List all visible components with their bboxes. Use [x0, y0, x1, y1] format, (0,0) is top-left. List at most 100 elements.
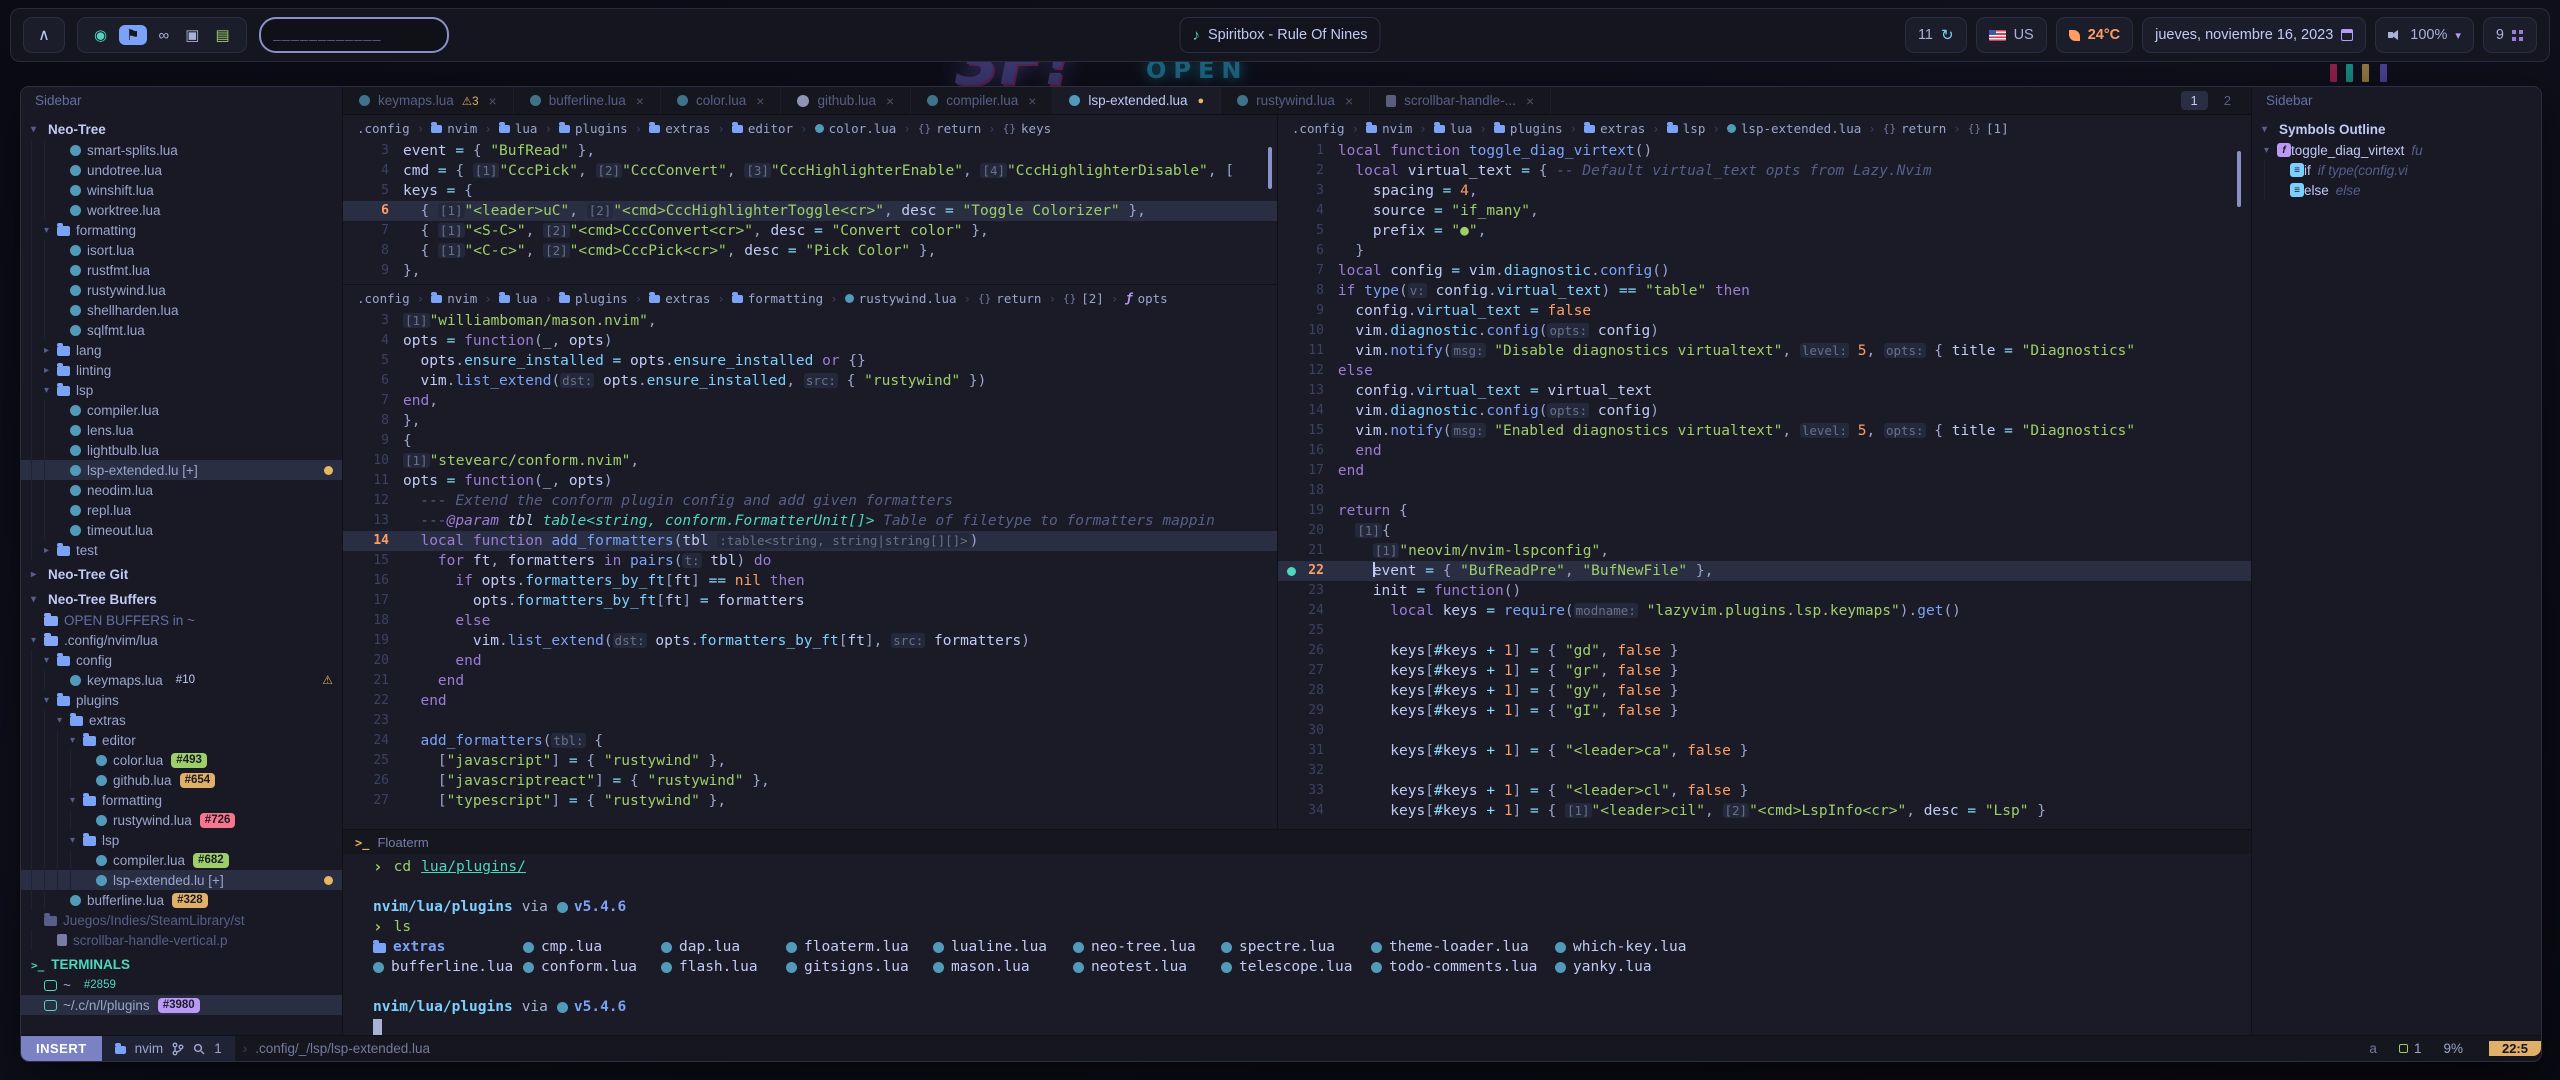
breadcrumb-item[interactable]: {}[1] [1968, 121, 2009, 136]
buffer-item[interactable]: scrollbar-handle-vertical.p [21, 930, 342, 950]
code-line[interactable]: 29 keys[#keys + 1] = { "gI", false } [1278, 701, 2251, 721]
buffer-item[interactable]: ▾extras [21, 710, 342, 730]
scrollbar-handle[interactable] [1268, 147, 1272, 189]
buffer-item[interactable]: compiler.lua#682 [21, 850, 342, 870]
code-line[interactable]: 32 [1278, 761, 2251, 781]
code-line[interactable]: 7 { [1]"<S-C>", [2]"<cmd>CccConvert<cr>"… [343, 221, 1277, 241]
code-line[interactable]: 21 end [343, 671, 1277, 691]
topbar-input[interactable]: ____________ [259, 17, 449, 53]
breadcrumb-item[interactable]: {}return [918, 121, 981, 136]
code-line[interactable]: 25 [1278, 621, 2251, 641]
weather-widget[interactable]: 24°C [2056, 17, 2133, 53]
terminal-output[interactable]: cdlua/plugins/nvim/lua/pluginsviav5.4.6l… [343, 854, 2251, 1035]
breadcrumb-item[interactable]: {}return [1883, 121, 1946, 136]
code-line[interactable]: 4opts = function(_, opts) [343, 331, 1277, 351]
clock-widget[interactable]: jueves, noviembre 16, 2023 [2142, 17, 2366, 53]
code-line[interactable]: 7local config = vim.diagnostic.config() [1278, 261, 2251, 281]
tree-item[interactable]: smart-splits.lua [21, 140, 342, 160]
tree-item[interactable]: lsp-extended.lu [+] [21, 460, 342, 480]
section-neotree-buffers[interactable]: Neo-Tree Buffers [21, 588, 342, 610]
breadcrumb-item[interactable]: .config [357, 121, 410, 136]
breadcrumb-item[interactable]: plugins [559, 291, 628, 306]
code-line[interactable]: 11 vim.notify(msg: "Disable diagnostics … [1278, 341, 2251, 361]
breadcrumb-item[interactable]: {}keys [1003, 121, 1051, 136]
code-line[interactable]: 5 opts.ensure_installed = opts.ensure_in… [343, 351, 1277, 371]
file-icon[interactable]: ▤ [211, 25, 233, 45]
keyboard-layout-widget[interactable]: US [1976, 17, 2047, 53]
buffer-item[interactable]: ▾config [21, 650, 342, 670]
breadcrumb-item[interactable]: plugins [1494, 121, 1563, 136]
buffer-item[interactable]: Juegos/Indies/SteamLibrary/st [21, 910, 342, 930]
tab-color-lua[interactable]: color.lua× [661, 87, 781, 114]
code-line[interactable]: 19return { [1278, 501, 2251, 521]
editor-pane-lsp-extended-lua[interactable]: .config›nvim›lua›plugins›extras›lsp›lsp-… [1278, 115, 2251, 829]
breadcrumb-item[interactable]: lsp [1667, 121, 1706, 136]
breadcrumb-item[interactable]: rustywind.lua [845, 291, 957, 306]
symbol-else[interactable]: ≡elseelse [2252, 180, 2541, 200]
section-neotree[interactable]: Neo-Tree [21, 118, 342, 140]
breadcrumb-item[interactable]: .config [1292, 121, 1345, 136]
tree-item[interactable]: ▸linting [21, 360, 342, 380]
code-line[interactable]: 1local function toggle_diag_virtext() [1278, 141, 2251, 161]
tree-item[interactable]: worktree.lua [21, 200, 342, 220]
close-icon[interactable]: × [1028, 93, 1036, 109]
tree-item[interactable]: compiler.lua [21, 400, 342, 420]
code-line[interactable]: 33 keys[#keys + 1] = { "<leader>cl", fal… [1278, 781, 2251, 801]
breadcrumb-item[interactable]: nvim [431, 121, 477, 136]
code-line[interactable]: 10[1]"stevearc/conform.nvim", [343, 451, 1277, 471]
tree-item[interactable]: rustywind.lua [21, 280, 342, 300]
breadcrumb-item[interactable]: color.lua [815, 121, 897, 136]
code-line[interactable]: 22 end [343, 691, 1277, 711]
code-line[interactable]: 23 init = function() [1278, 581, 2251, 601]
code-line[interactable]: 28 keys[#keys + 1] = { "gy", false } [1278, 681, 2251, 701]
buffer-item[interactable]: ▾editor [21, 730, 342, 750]
code-line[interactable]: 13 ---@param tbl table<string, conform.F… [343, 511, 1277, 531]
code-line[interactable]: 8}, [343, 411, 1277, 431]
code-line[interactable]: 31 keys[#keys + 1] = { "<leader>ca", fal… [1278, 741, 2251, 761]
code-line[interactable]: 17 opts.formatters_by_ft[ft] = formatter… [343, 591, 1277, 611]
breadcrumb-item[interactable]: editor [732, 121, 793, 136]
code-line[interactable]: 17end [1278, 461, 2251, 481]
breadcrumb-item[interactable]: ƒopts [1125, 291, 1167, 306]
tree-item[interactable]: timeout.lua [21, 520, 342, 540]
code-line[interactable]: 21 [1]"neovim/nvim-lspconfig", [1278, 541, 2251, 561]
code-line[interactable]: 7end, [343, 391, 1277, 411]
buffer-item[interactable]: lsp-extended.lu [+] [21, 870, 342, 890]
code-line[interactable]: 8 { [1]"<C-c>", [2]"<cmd>CccPick<cr>", d… [343, 241, 1277, 261]
code-line[interactable]: 19 vim.list_extend(dst: opts.formatters_… [343, 631, 1277, 651]
editor-pane-color-lua[interactable]: .config›nvim›lua›plugins›extras›editor›c… [343, 115, 1277, 285]
tab-scrollbar-handle-[interactable]: scrollbar-handle-...× [1370, 87, 1551, 114]
code-line[interactable]: 27 keys[#keys + 1] = { "gr", false } [1278, 661, 2251, 681]
code-line[interactable]: 15 vim.notify(msg: "Enabled diagnostics … [1278, 421, 2251, 441]
power-icon[interactable]: ◉ [90, 25, 111, 45]
breadcrumb-item[interactable]: lua [1434, 121, 1473, 136]
tab-rustywind-lua[interactable]: rustywind.lua× [1221, 87, 1370, 114]
breadcrumb-item[interactable]: lsp-extended.lua [1727, 121, 1861, 136]
breadcrumb-item[interactable]: nvim [431, 291, 477, 306]
editor-pane-rustywind-lua[interactable]: .config›nvim›lua›plugins›extras›formatti… [343, 285, 1277, 829]
tab-bufferline-lua[interactable]: bufferline.lua× [514, 87, 661, 114]
updates-widget[interactable]: 11 ↻ [1905, 17, 1967, 53]
tree-item[interactable]: lens.lua [21, 420, 342, 440]
scrollbar-handle[interactable] [2237, 151, 2241, 207]
flag-icon[interactable]: ⚑ [119, 25, 146, 45]
tab-lsp-extended-lua[interactable]: lsp-extended.lua● [1053, 87, 1221, 114]
buffer-item[interactable]: bufferline.lua#328 [21, 890, 342, 910]
code-line[interactable]: 27 ["typescript"] = { "rustywind" }, [343, 791, 1277, 811]
code-line[interactable]: 12else [1278, 361, 2251, 381]
buffer-item[interactable]: rustywind.lua#726 [21, 810, 342, 830]
tree-item[interactable]: rustfmt.lua [21, 260, 342, 280]
buffer-item[interactable]: OPEN BUFFERS in ~ [21, 610, 342, 630]
infinity-icon[interactable]: ∞ [155, 26, 174, 45]
breadcrumb-item[interactable]: extras [649, 121, 710, 136]
tabpage-2[interactable]: 2 [2214, 91, 2241, 110]
code-line[interactable]: 6 } [1278, 241, 2251, 261]
tree-item[interactable]: shellharden.lua [21, 300, 342, 320]
tree-item[interactable]: undotree.lua [21, 160, 342, 180]
buffer-item[interactable]: ▾lsp [21, 830, 342, 850]
tree-item[interactable]: repl.lua [21, 500, 342, 520]
close-icon[interactable]: × [489, 93, 497, 109]
code-line[interactable]: 23 [343, 711, 1277, 731]
code-line[interactable]: 11opts = function(_, opts) [343, 471, 1277, 491]
tabpage-1[interactable]: 1 [2181, 91, 2208, 110]
